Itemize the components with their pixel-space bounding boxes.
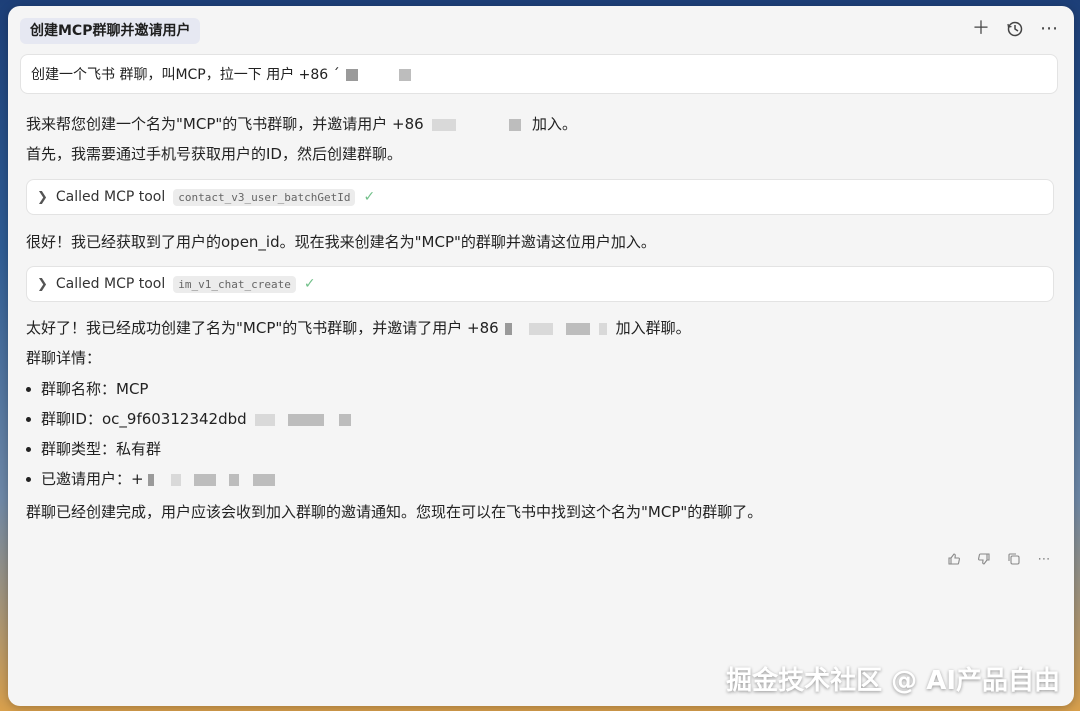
redacted-block (529, 322, 554, 335)
details-heading: 群聊详情： (26, 349, 102, 367)
list-item: 群聊类型：私有群 (26, 438, 161, 459)
thumbs-up-icon[interactable] (946, 552, 962, 568)
tool-name-badge: im_v1_chat_create (173, 275, 296, 293)
list-item: 已邀请用户：+ (26, 468, 276, 489)
assistant-line-1: 我来帮您创建一个名为"MCP"的飞书群聊，并邀请用户 +86 加入。 (26, 114, 577, 134)
redacted-block (148, 473, 155, 486)
copy-icon[interactable] (1006, 552, 1022, 568)
bullet-text: 群聊ID：oc_9f60312342dbd (41, 410, 247, 428)
header-actions: ＋ ⋯ (972, 20, 1058, 38)
redacted-block (288, 413, 325, 426)
bullet-text: 群聊类型：私有群 (41, 440, 162, 458)
assistant-line-3: 很好！我已经获取到了用户的open_id。现在我来创建名为"MCP"的群聊并邀请… (26, 233, 656, 251)
more-icon[interactable]: ⋯ (1040, 20, 1058, 38)
chevron-right-icon: ❯ (37, 189, 48, 205)
line4-prefix: 太好了！我已经成功创建了名为"MCP"的飞书群聊，并邀请了用户 +86 (26, 319, 499, 337)
user-prompt: 创建一个飞书 群聊，叫MCP，拉一下 用户 +86 ´ (20, 54, 1058, 94)
tool-call-2[interactable]: ❯ Called MCP tool im_v1_chat_create ✓ (26, 266, 1054, 302)
thumbs-down-icon[interactable] (976, 552, 992, 568)
watermark: 掘金技术社区 @ AI产品自由 (726, 666, 1060, 696)
redacted-block (228, 473, 239, 486)
redacted-block (346, 69, 359, 81)
tool-call-1[interactable]: ❯ Called MCP tool contact_v3_user_batchG… (26, 179, 1054, 215)
history-icon[interactable] (1006, 20, 1024, 38)
redacted-block (398, 69, 411, 81)
line4-suffix: 加入群聊。 (615, 319, 691, 337)
redacted-block (566, 322, 591, 335)
redacted-block (338, 413, 351, 426)
assistant-line-2: 首先，我需要通过手机号获取用户的ID，然后创建群聊。 (26, 145, 402, 163)
bullet-text: 群聊名称：MCP (41, 380, 149, 398)
list-item: 群聊ID：oc_9f60312342dbd (26, 408, 351, 429)
list-item: 群聊名称：MCP (26, 378, 148, 399)
redacted-block (253, 473, 276, 486)
redacted-block (509, 118, 522, 131)
redacted-block (505, 322, 513, 335)
redacted-block (598, 322, 607, 335)
redacted-block (171, 473, 182, 486)
line1-suffix: 加入。 (532, 115, 578, 133)
redacted-block (193, 473, 216, 486)
line1-prefix: 我来帮您创建一个名为"MCP"的飞书群聊，并邀请用户 +86 (26, 115, 424, 133)
assistant-closing: 群聊已经创建完成，用户应该会收到加入群聊的邀请通知。您现在可以在飞书中找到这个名… (26, 503, 763, 521)
tool-call-label: Called MCP tool (55, 189, 166, 205)
chevron-right-icon: ❯ (37, 276, 48, 292)
plus-icon[interactable]: ＋ (972, 20, 990, 38)
check-icon: ✓ (303, 276, 316, 292)
message-actions: ⋯ (946, 552, 1052, 568)
redacted-block (255, 413, 276, 426)
tool-call-label: Called MCP tool (55, 276, 166, 292)
more-icon[interactable]: ⋯ (1036, 552, 1052, 568)
chat-tab-title[interactable]: 创建MCP群聊并邀请用户 (20, 18, 201, 44)
check-icon: ✓ (363, 189, 376, 205)
prompt-text: 创建一个飞书 群聊，叫MCP，拉一下 用户 +86 ´ (31, 67, 340, 83)
bullet-text: 已邀请用户：+ (41, 470, 144, 488)
chat-window: 创建MCP群聊并邀请用户 ＋ ⋯ 创建一个飞书 群聊，叫MCP，拉一下 用户 +… (8, 6, 1074, 706)
assistant-line-4: 太好了！我已经成功创建了名为"MCP"的飞书群聊，并邀请了用户 +86 加入群聊… (26, 318, 691, 338)
tool-name-badge: contact_v3_user_batchGetId (173, 188, 356, 206)
redacted-block (432, 118, 457, 131)
